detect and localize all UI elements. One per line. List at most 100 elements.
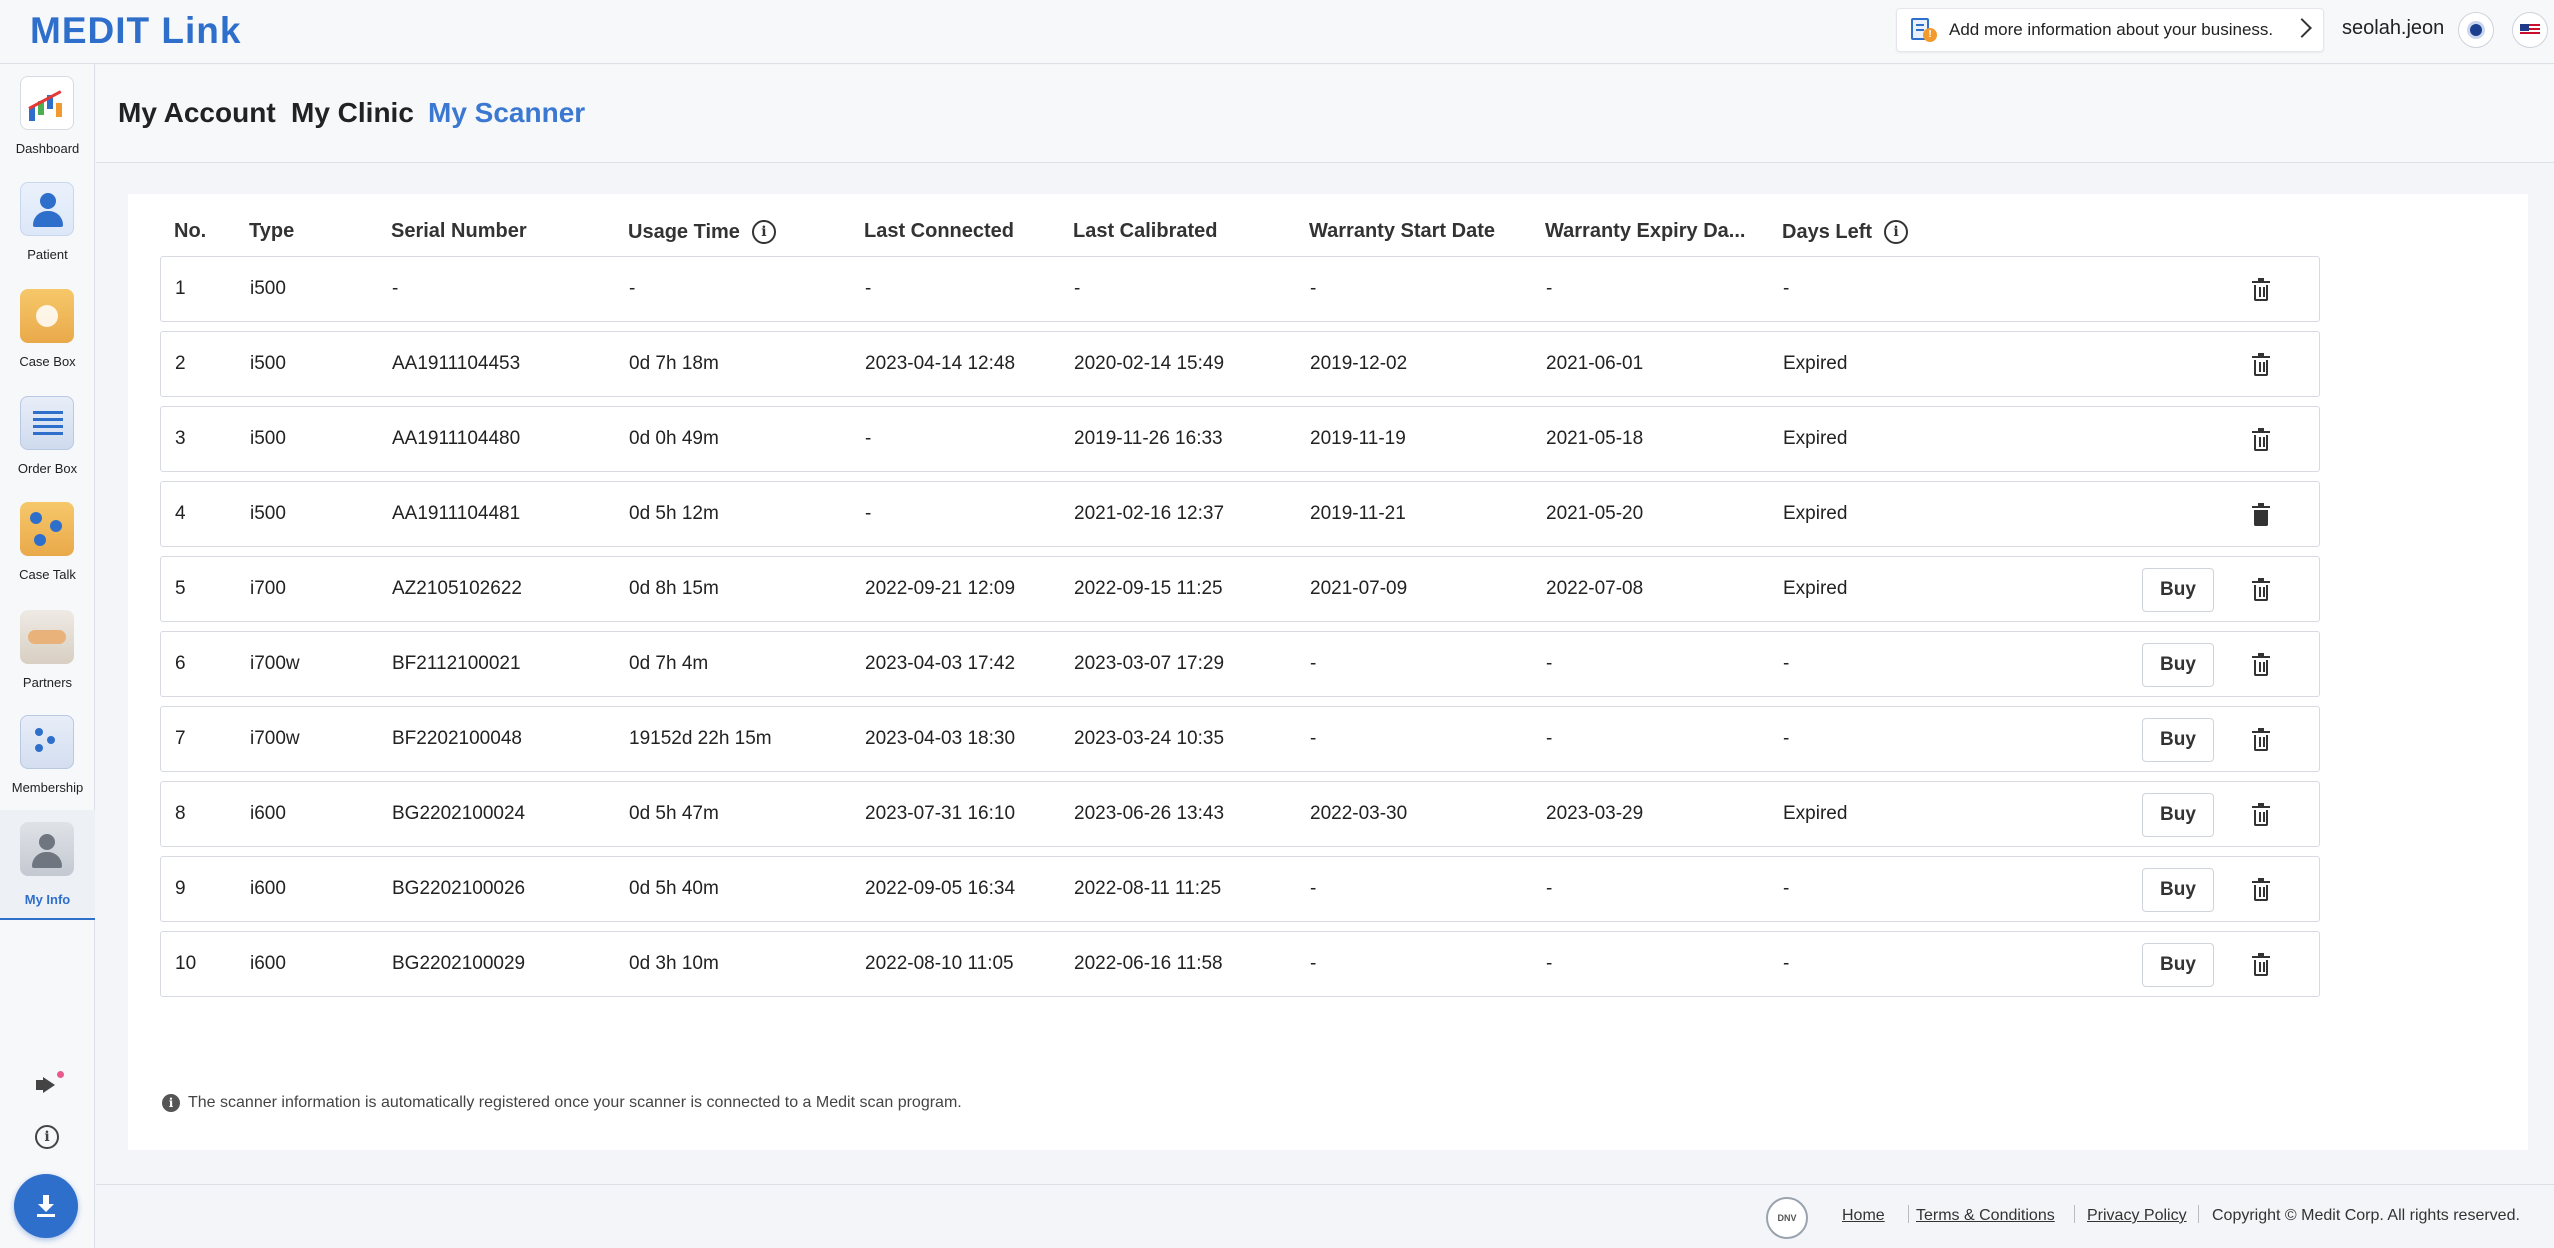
cell-serial: AA1911104453: [392, 353, 521, 374]
business-document-icon: !: [1911, 18, 1937, 42]
delete-trash-icon[interactable]: [2251, 803, 2271, 827]
cell-type: i700w: [250, 728, 300, 749]
sidebar-item-patient[interactable]: Patient: [0, 170, 95, 274]
column-header-warranty-expiry: Warranty Expiry Da...: [1545, 220, 1746, 242]
cell-type: i700w: [250, 653, 300, 674]
cell-warranty-start: -: [1310, 728, 1317, 749]
delete-trash-icon[interactable]: [2251, 428, 2271, 452]
cell-usage: 0d 5h 40m: [629, 878, 719, 899]
cell-type: i500: [250, 428, 286, 449]
cell-last-calibrated: 2022-08-11 11:25: [1074, 878, 1222, 899]
sidebar-item-case-talk[interactable]: Case Talk: [0, 490, 95, 594]
delete-trash-icon[interactable]: [2251, 353, 2271, 377]
table-row: 3 i500 AA1911104480 0d 0h 49m - 2019-11-26 16…: [160, 406, 2320, 472]
delete-trash-icon[interactable]: [2251, 728, 2271, 752]
cell-no: 5: [175, 578, 186, 599]
days-left-info-icon[interactable]: i: [1884, 220, 1909, 244]
sidebar-item-partners[interactable]: Partners: [0, 598, 95, 702]
cell-last-connected: 2022-09-21 12:09: [865, 578, 1016, 599]
cell-type: i500: [250, 278, 286, 299]
sidebar-item-label: My Info: [24, 892, 71, 907]
table-row: 5 i700 AZ2105102622 0d 8h 15m 2022-09-21 12:…: [160, 556, 2320, 622]
column-header-no: No.: [174, 220, 207, 242]
cell-serial: AZ2105102622: [392, 578, 522, 599]
medit-link-logo[interactable]: MEDIT Link: [30, 10, 241, 52]
sidebar-item-label: Partners: [22, 675, 73, 690]
cell-warranty-expiry: -: [1546, 728, 1553, 749]
download-button[interactable]: [14, 1174, 78, 1238]
buy-button[interactable]: Buy: [2142, 868, 2214, 912]
buy-button[interactable]: Buy: [2142, 793, 2214, 837]
delete-trash-icon[interactable]: [2251, 953, 2271, 977]
footer: DNV Home Terms & Conditions Privacy Poli…: [96, 1184, 2554, 1248]
delete-trash-icon[interactable]: [2251, 653, 2271, 677]
cell-usage: 0d 7h 4m: [629, 653, 709, 674]
cell-usage: 0d 0h 49m: [629, 428, 719, 449]
cell-type: i500: [250, 503, 286, 524]
sidebar-item-label: Membership: [11, 780, 84, 795]
tab-my-scanner[interactable]: My Scanner: [428, 97, 585, 129]
footer-link-home[interactable]: Home: [1842, 1207, 1885, 1225]
delete-trash-icon[interactable]: [2251, 578, 2271, 602]
username[interactable]: seolah.jeon: [2342, 17, 2444, 40]
info-icon: i: [162, 1094, 180, 1112]
cell-type: i600: [250, 878, 286, 899]
footer-link-privacy[interactable]: Privacy Policy: [2087, 1207, 2187, 1225]
cell-warranty-expiry: 2023-03-29: [1546, 803, 1644, 824]
cell-days-left: Expired: [1783, 503, 1848, 524]
copyright-text: Copyright © Medit Corp. All rights reser…: [2212, 1207, 2520, 1224]
tab-my-clinic[interactable]: My Clinic: [291, 97, 414, 129]
table-row: 4 i500 AA1911104481 0d 5h 12m - 2021-02-16 12…: [160, 481, 2320, 547]
cell-warranty-expiry: 2021-05-20: [1546, 503, 1644, 524]
cell-no: 6: [175, 653, 186, 674]
buy-button[interactable]: Buy: [2142, 568, 2214, 612]
cell-usage: 0d 8h 15m: [629, 578, 719, 599]
avatar[interactable]: [2458, 12, 2494, 48]
sidebar-item-order-box[interactable]: Order Box: [0, 384, 95, 488]
delete-trash-icon[interactable]: [2251, 503, 2271, 527]
cell-no: 4: [175, 503, 186, 524]
scanner-footnote: i The scanner information is automatical…: [162, 1094, 962, 1112]
buy-button[interactable]: Buy: [2142, 943, 2214, 987]
usage-time-info-icon[interactable]: i: [751, 220, 776, 244]
cell-last-connected: 2023-04-03 17:42: [865, 653, 1016, 674]
cell-days-left: -: [1783, 728, 1790, 749]
page-header: My Account My Clinic My Scanner: [96, 65, 2554, 163]
announcements-button[interactable]: [30, 1068, 64, 1102]
cell-serial: AA1911104480: [392, 428, 521, 449]
cell-last-calibrated: 2020-02-14 15:49: [1074, 353, 1225, 374]
delete-trash-icon[interactable]: [2251, 878, 2271, 902]
cell-usage: 0d 7h 18m: [629, 353, 719, 374]
help-info-button[interactable]: i: [30, 1120, 64, 1154]
buy-button[interactable]: Buy: [2142, 718, 2214, 762]
tab-my-account[interactable]: My Account: [118, 97, 276, 129]
footer-link-terms[interactable]: Terms & Conditions: [1916, 1207, 2055, 1225]
cell-days-left: -: [1783, 278, 1790, 299]
cell-days-left: -: [1783, 953, 1790, 974]
cell-serial: BG2202100024: [392, 803, 526, 824]
cell-last-connected: 2022-08-10 11:05: [865, 953, 1014, 974]
sidebar-item-my-info[interactable]: My Info: [0, 810, 95, 920]
cell-warranty-expiry: -: [1546, 278, 1553, 299]
order-box-icon: [20, 396, 74, 450]
sidebar-item-case-box[interactable]: Case Box: [0, 277, 95, 381]
cell-warranty-start: 2022-03-30: [1310, 803, 1408, 824]
cell-warranty-expiry: 2021-06-01: [1546, 353, 1644, 374]
cell-usage: 0d 3h 10m: [629, 953, 719, 974]
cell-warranty-start: 2019-11-19: [1310, 428, 1406, 449]
sidebar-item-label: Case Box: [19, 354, 76, 369]
business-info-banner[interactable]: ! Add more information about your busine…: [1896, 8, 2324, 52]
dnv-certification-badge: DNV: [1766, 1197, 1808, 1239]
cell-type: i700: [250, 578, 286, 599]
sidebar-item-membership[interactable]: Membership: [0, 703, 95, 807]
buy-button[interactable]: Buy: [2142, 643, 2214, 687]
language-flag-button[interactable]: [2512, 12, 2548, 48]
cell-no: 10: [175, 953, 197, 974]
cell-last-calibrated: 2021-02-16 12:37: [1074, 503, 1225, 524]
sidebar-item-dashboard[interactable]: Dashboard: [0, 64, 95, 168]
megaphone-icon: [36, 1071, 64, 1093]
cell-serial: BF2112100021: [392, 653, 521, 674]
cell-last-connected: 2022-09-05 16:34: [865, 878, 1016, 899]
cell-days-left: -: [1783, 653, 1790, 674]
delete-trash-icon[interactable]: [2251, 278, 2271, 302]
